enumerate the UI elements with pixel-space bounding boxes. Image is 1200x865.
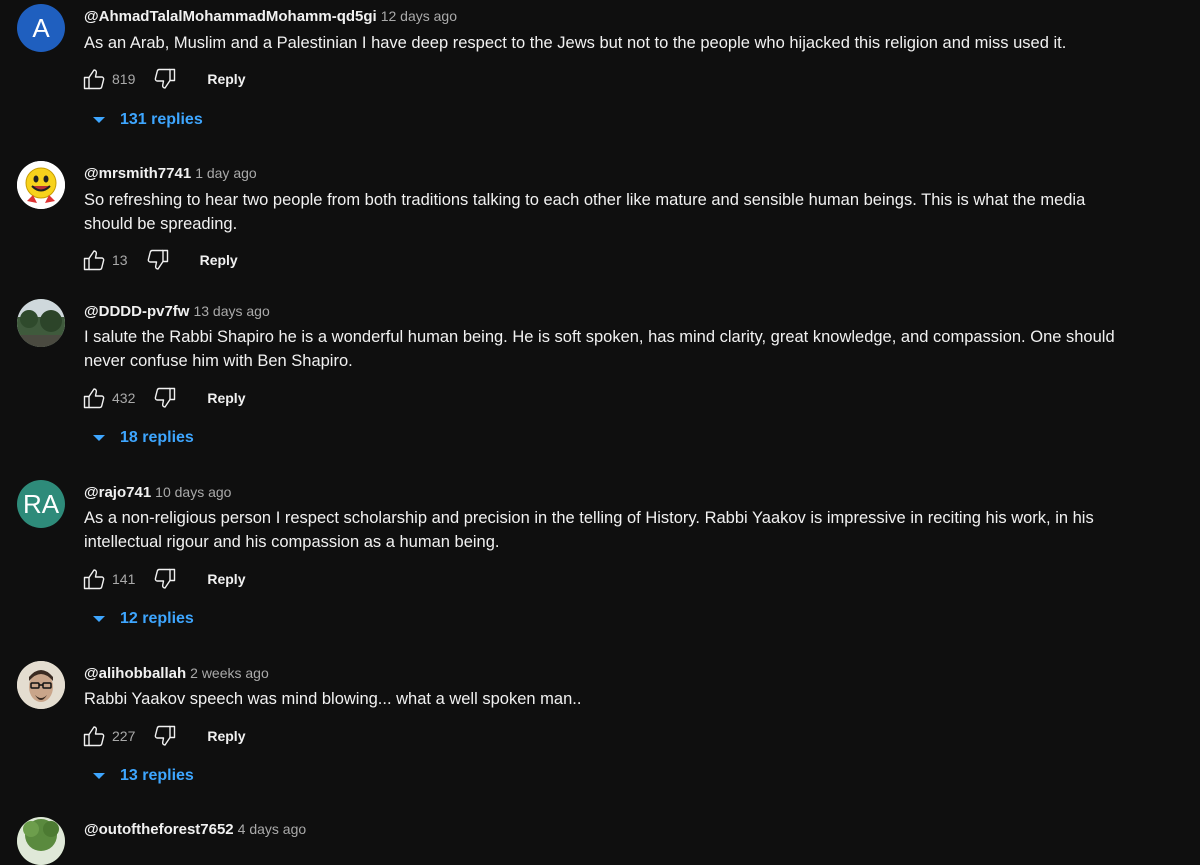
reply-button[interactable]: Reply [200, 252, 238, 268]
comment-text: So refreshing to hear two people from bo… [84, 191, 1086, 233]
comment-time[interactable]: 2 weeks ago [190, 665, 269, 681]
replies-count-label: 18 replies [120, 429, 194, 446]
comment-author[interactable]: @mrsmith7741 [84, 165, 191, 182]
replies-count-label: 13 replies [120, 767, 194, 784]
like-count: 432 [112, 390, 136, 406]
caret-down-icon [90, 767, 108, 785]
person-photo-avatar-icon [17, 661, 65, 709]
comment-actions: 432 Reply [82, 384, 245, 412]
reply-button[interactable]: Reply [207, 390, 245, 406]
thumbs-up-icon[interactable] [82, 67, 106, 91]
view-replies-button[interactable]: 13 replies [90, 764, 194, 788]
thumbs-down-icon[interactable] [153, 724, 177, 748]
thumbs-up-icon[interactable] [82, 567, 106, 591]
avatar[interactable]: A [17, 4, 65, 52]
thumbs-down-icon[interactable] [146, 248, 170, 272]
view-replies-button[interactable]: 12 replies [90, 607, 194, 631]
avatar[interactable] [17, 817, 65, 865]
avatar-letter: RA [22, 488, 60, 519]
reply-button[interactable]: Reply [207, 571, 245, 587]
landscape-photo-avatar-icon [17, 299, 65, 347]
comment-header: @AhmadTalalMohammadMohamm-qd5gi 12 days a… [84, 6, 457, 27]
thumbs-up-icon[interactable] [82, 248, 106, 272]
caret-down-icon [90, 429, 108, 447]
like-count: 13 [112, 252, 128, 268]
comment-author[interactable]: @outoftheforest7652 [84, 821, 234, 838]
comment-actions: 13 Reply [82, 246, 238, 274]
comment-author[interactable]: @AhmadTalalMohammadMohamm-qd5gi [84, 8, 377, 25]
replies-count-label: 12 replies [120, 610, 194, 627]
comment-author[interactable]: @DDDD-pv7fw [84, 303, 189, 320]
comment-time[interactable]: 1 day ago [195, 165, 257, 181]
avatar[interactable] [17, 161, 65, 209]
comment-time[interactable]: 4 days ago [238, 821, 307, 837]
thumbs-down-icon[interactable] [153, 386, 177, 410]
comment-time[interactable]: 13 days ago [193, 303, 269, 319]
comment-header: @mrsmith7741 1 day ago [84, 163, 257, 184]
reply-button[interactable]: Reply [207, 71, 245, 87]
caret-down-icon [90, 610, 108, 628]
replies-count-label: 131 replies [120, 111, 203, 128]
thumbs-up-icon[interactable] [82, 724, 106, 748]
avatar-letter: A [32, 12, 50, 43]
thumbs-down-icon[interactable] [153, 567, 177, 591]
comment-text: I salute the Rabbi Shapiro he is a wonde… [84, 328, 1115, 370]
thumbs-down-icon[interactable] [153, 67, 177, 91]
smiley-avatar-icon [17, 161, 65, 209]
comment-time[interactable]: 10 days ago [155, 484, 231, 500]
comment-text: As a non-religious person I respect scho… [84, 509, 1094, 551]
comment-text: As an Arab, Muslim and a Palestinian I h… [84, 34, 1067, 52]
comment-header: @DDDD-pv7fw 13 days ago [84, 301, 270, 322]
comment-actions: 141 Reply [82, 565, 245, 593]
comment-header: @alihobballah 2 weeks ago [84, 663, 269, 684]
comment-header: @rajo741 10 days ago [84, 482, 231, 503]
comment-header: @outoftheforest7652 4 days ago [84, 819, 306, 840]
like-count: 141 [112, 571, 136, 587]
comment-author[interactable]: @alihobballah [84, 665, 186, 682]
comment-time[interactable]: 12 days ago [381, 8, 457, 24]
view-replies-button[interactable]: 18 replies [90, 426, 194, 450]
avatar[interactable] [17, 299, 65, 347]
reply-button[interactable]: Reply [207, 728, 245, 744]
caret-down-icon [90, 111, 108, 129]
like-count: 227 [112, 728, 136, 744]
view-replies-button[interactable]: 131 replies [90, 108, 203, 132]
avatar[interactable]: RA [17, 480, 65, 528]
comment-text: Rabbi Yaakov speech was mind blowing... … [84, 690, 582, 708]
comment-actions: 227 Reply [82, 722, 245, 750]
avatar[interactable] [17, 661, 65, 709]
comment-actions: 819 Reply [82, 65, 245, 93]
tree-photo-avatar-icon [17, 817, 65, 865]
thumbs-up-icon[interactable] [82, 386, 106, 410]
like-count: 819 [112, 71, 136, 87]
comment-author[interactable]: @rajo741 [84, 484, 151, 501]
